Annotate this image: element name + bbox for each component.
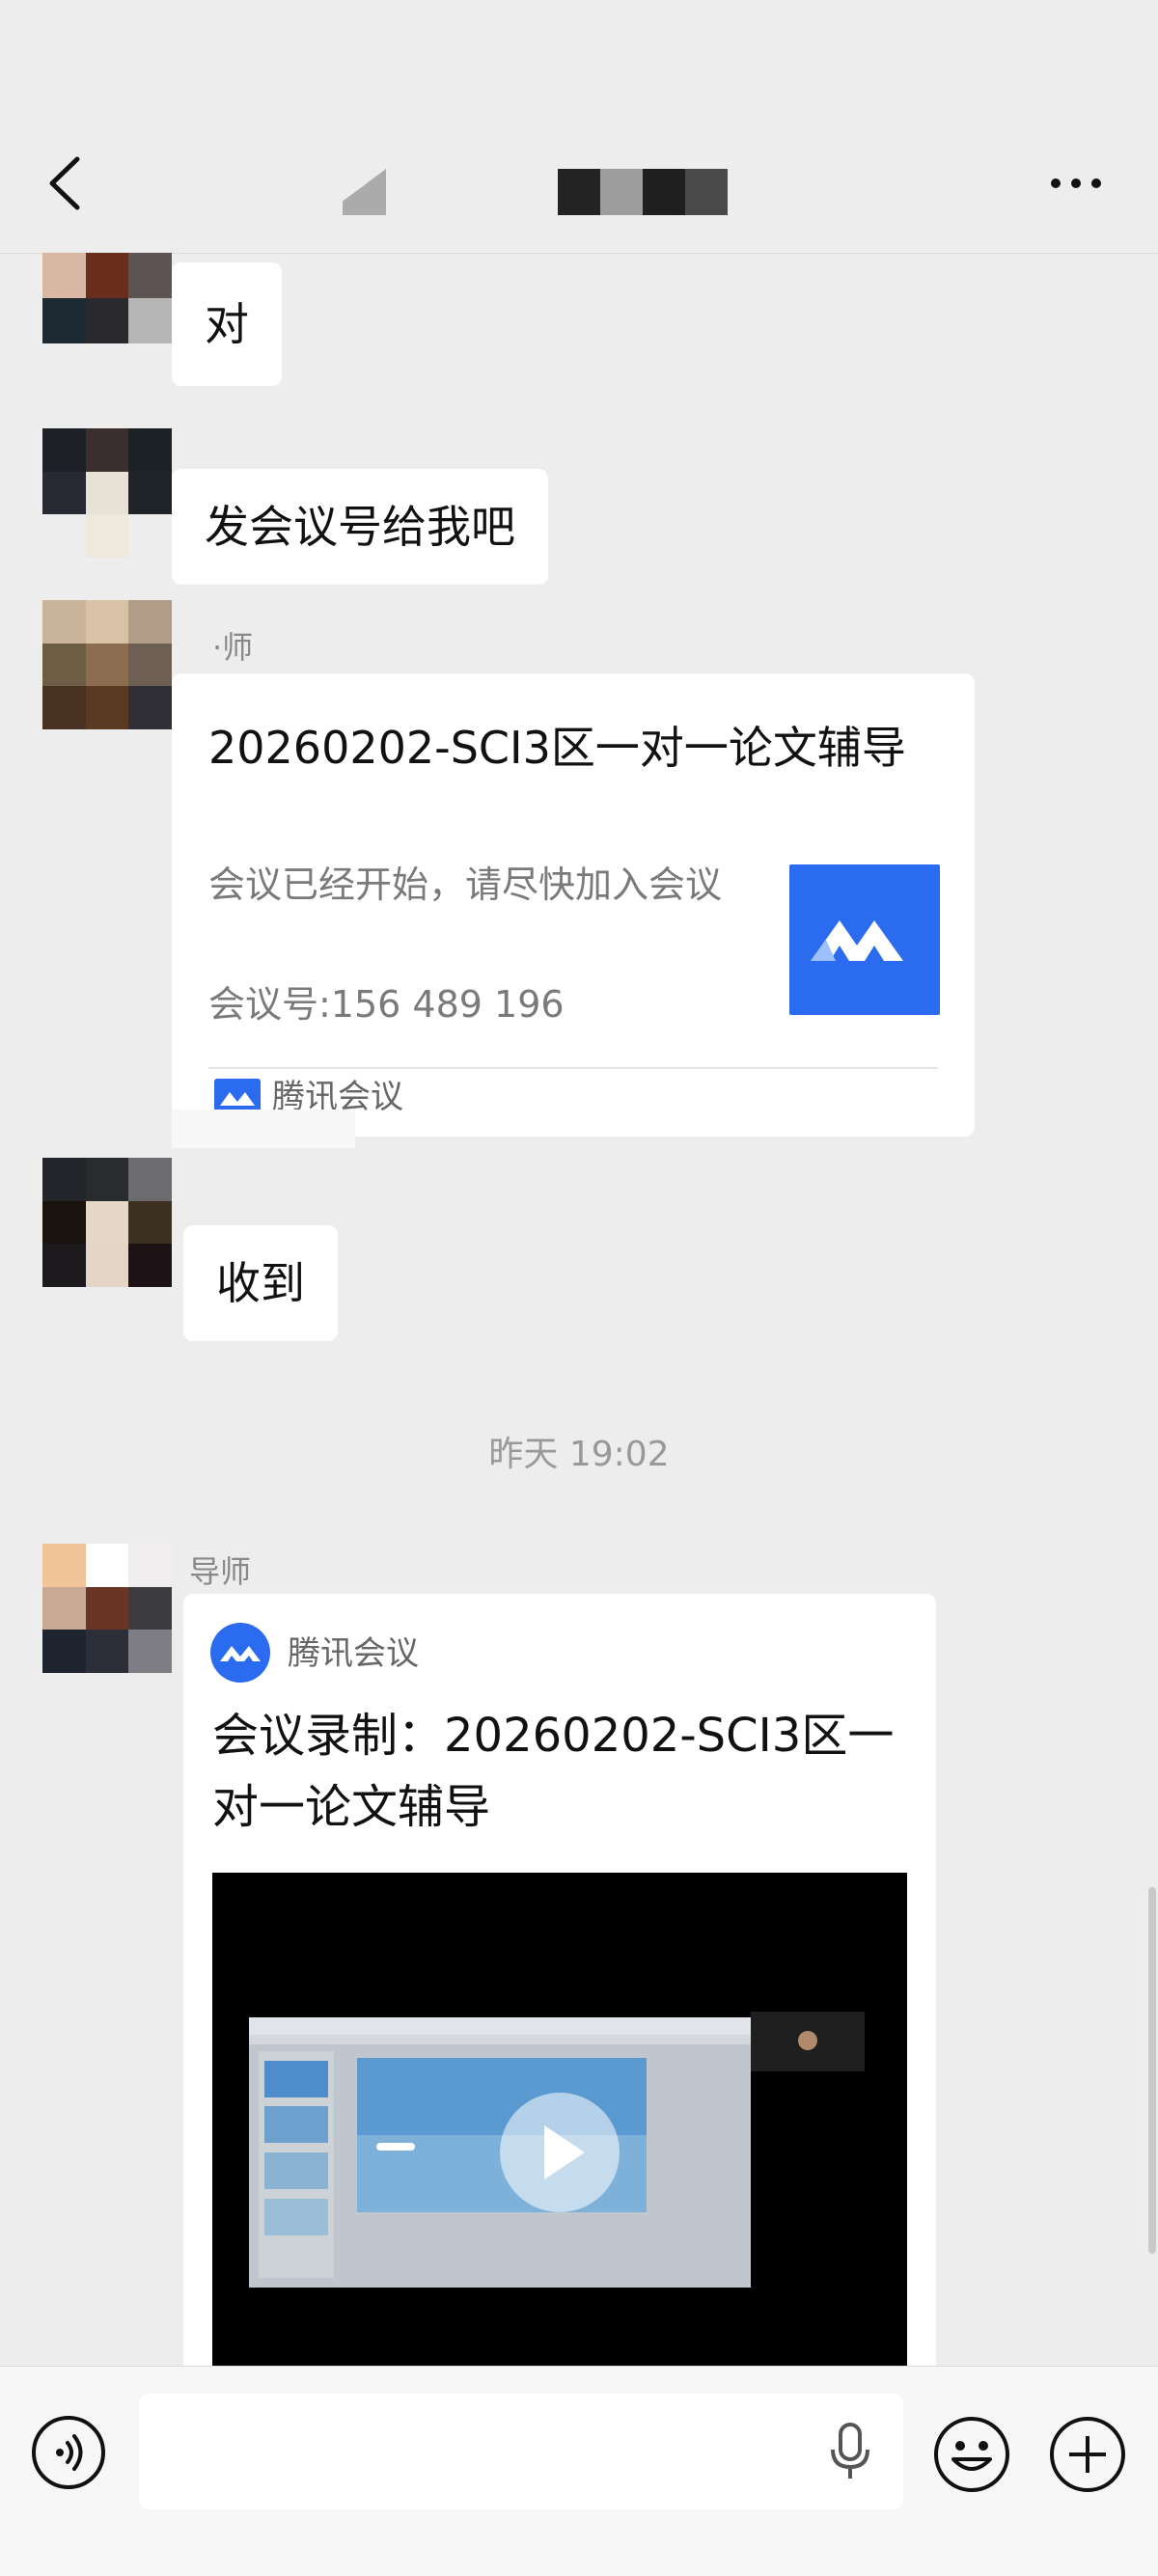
chat-header	[0, 0, 1158, 254]
emoji-icon	[934, 2417, 1009, 2492]
message-bubble[interactable]: 发会议号给我吧	[172, 469, 548, 585]
avatar[interactable]	[42, 1544, 172, 1673]
message-bubble[interactable]: 对	[172, 262, 282, 386]
title-blur-block	[558, 169, 600, 215]
more-options-button[interactable]	[1042, 164, 1119, 203]
title-blur-block	[600, 169, 643, 215]
microphone-icon	[831, 2423, 869, 2479]
input-bar	[0, 2366, 1158, 2576]
sender-name: 导师	[189, 1553, 252, 1590]
message-text: 发会议号给我吧	[205, 501, 515, 553]
microphone-button[interactable]	[826, 2421, 874, 2482]
message-text: 对	[205, 298, 249, 350]
meeting-id: 会议号:156 489 196	[208, 983, 565, 1026]
message-text: 收到	[216, 1257, 305, 1309]
recording-title: 会议录制：20260202-SCI3区一对一论文辅导	[212, 1709, 895, 1834]
avatar[interactable]	[42, 253, 172, 343]
more-functions-button[interactable]	[1048, 2415, 1127, 2494]
plus-circle-icon	[1050, 2417, 1125, 2492]
avatar[interactable]	[42, 600, 172, 729]
voice-mode-icon	[32, 2416, 105, 2489]
avatar[interactable]	[42, 1158, 172, 1287]
meeting-invite-card[interactable]: 20260202-SCI3区一对一论文辅导 会议已经开始，请尽快加入会议 会议号…	[172, 673, 975, 1137]
back-button[interactable]	[39, 145, 96, 222]
title-blur-block	[643, 169, 685, 215]
meeting-title: 20260202-SCI3区一对一论文辅导	[208, 722, 906, 774]
message-timestamp: 昨天 19:02	[488, 1435, 670, 1474]
chat-screen: 对 发会议号给我吧 ·师 20260202-SCI3区一对一论文辅导 会议已经开…	[0, 0, 1158, 2576]
tencent-meeting-logo-icon	[789, 864, 940, 1015]
blur-remnant	[172, 1110, 355, 1148]
avatar[interactable]	[42, 428, 172, 558]
scrollbar[interactable]	[1148, 1887, 1156, 2254]
meeting-description: 会议已经开始，请尽快加入会议	[208, 863, 723, 906]
voice-mode-button[interactable]	[31, 2415, 106, 2490]
chevron-left-icon	[49, 156, 80, 210]
emoji-button[interactable]	[932, 2415, 1011, 2494]
more-horizontal-icon	[1051, 178, 1101, 188]
message-bubble[interactable]: 收到	[183, 1225, 338, 1341]
title-blur-block	[343, 169, 386, 215]
title-blur-block	[685, 169, 728, 215]
card-divider	[208, 1067, 938, 1069]
message-input[interactable]	[139, 2394, 903, 2509]
tencent-meeting-icon	[210, 1623, 270, 1683]
sender-name: ·师	[212, 629, 254, 666]
card-source: 腾讯会议	[288, 1634, 419, 1673]
